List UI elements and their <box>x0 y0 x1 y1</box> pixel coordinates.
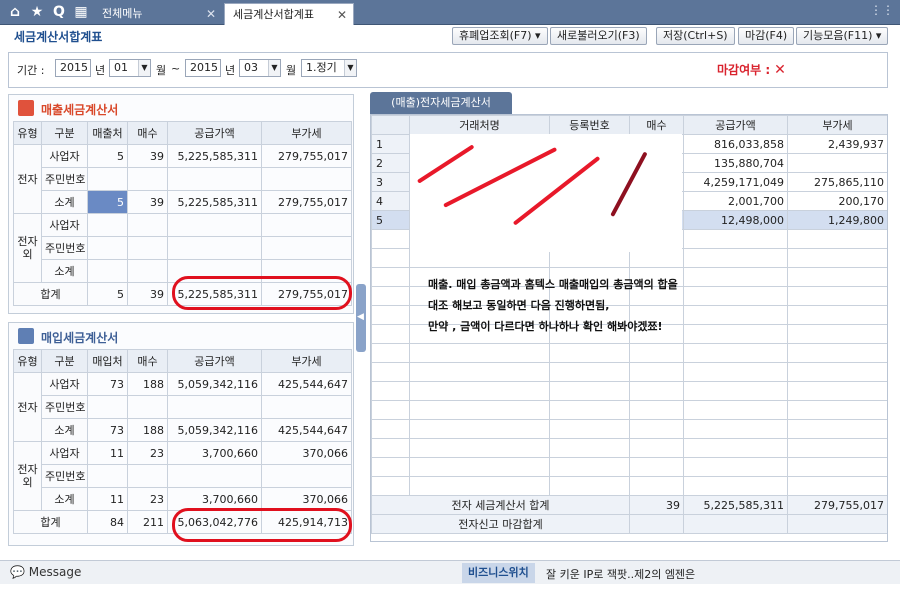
home-icon[interactable]: ⌂ <box>6 3 24 21</box>
filter-bar: 기간 : 2015 년 01 ▼ 월 ~ 2015 년 03 ▼ 월 1.정기 ▼ 마… <box>8 52 888 88</box>
col-header: 유형 <box>13 349 42 373</box>
table-row[interactable]: 주민번호 <box>14 395 352 419</box>
table-row[interactable] <box>371 381 887 401</box>
group-label: 전자 <box>13 372 42 442</box>
star-icon[interactable]: ★ <box>28 3 46 21</box>
window-controls-icon[interactable]: ⋮⋮ <box>870 3 894 17</box>
report-row: 전자신고 마감합계 <box>371 514 887 534</box>
page-title: 세금계산서합계표 <box>14 30 103 44</box>
year-unit: 년 <box>95 64 106 77</box>
col-header: 구분 <box>41 349 88 373</box>
group-label: 전자외 <box>13 441 42 511</box>
table-row[interactable] <box>371 476 887 496</box>
table-row[interactable] <box>371 438 887 458</box>
month-unit: 월 <box>156 64 167 77</box>
table-row[interactable] <box>371 362 887 382</box>
col-header: 유형 <box>13 121 42 145</box>
group-label: 전자 <box>13 144 42 214</box>
table-row[interactable]: 전자 사업자 5 39 5,225,585,311 279,755,017 <box>13 144 352 214</box>
highlight-oval <box>172 276 352 310</box>
from-month-select[interactable]: 01 ▼ <box>109 59 151 77</box>
chat-icon: 💬 <box>10 565 25 579</box>
col-header: 공급가액 <box>683 115 788 135</box>
period-label: 기간 : <box>17 64 45 77</box>
term-select[interactable]: 1.정기 ▼ <box>301 59 357 77</box>
panel-splitter[interactable]: ◀ <box>356 284 366 352</box>
col-header: 매출처 <box>87 121 128 145</box>
x-mark-icon: ✕ <box>774 62 786 78</box>
summary-row: 전자 세금계산서 합계 39 5,225,585,311 279,755,017 <box>371 495 887 515</box>
closed-business-lookup-button[interactable]: 휴폐업조회(F7) ▾ <box>452 27 548 45</box>
col-header: 등록번호 <box>549 115 630 135</box>
col-header: 매수 <box>127 349 168 373</box>
purchase-panel-title: 매입세금계산서 <box>41 331 119 345</box>
sales-panel-title: 매출세금계산서 <box>41 103 119 117</box>
message-button[interactable]: 💬 Message <box>10 565 81 579</box>
purchase-panel-header: 매입세금계산서 <box>9 323 353 349</box>
note-line: 만약 , 금액이 다르다면 하나하나 확인 해봐야겠쬬! <box>428 320 663 333</box>
range-tilde: ~ <box>171 62 181 75</box>
col-header: 매입처 <box>87 349 128 373</box>
table-row[interactable]: 소계 5 39 5,225,585,311 279,755,017 <box>14 190 352 214</box>
search-icon[interactable]: Q <box>50 3 68 21</box>
col-header <box>371 115 410 135</box>
business-watch-label[interactable]: 비즈니스위치 <box>462 563 535 583</box>
highlight-oval <box>172 508 352 542</box>
table-row[interactable]: 전자외 사업자 11 23 3,700,660 370,066 <box>13 441 352 511</box>
col-header: 매수 <box>127 121 168 145</box>
close-icon[interactable]: ✕ <box>206 3 216 25</box>
to-month-select[interactable]: 03 ▼ <box>239 59 281 77</box>
save-button[interactable]: 저장(Ctrl+S) <box>656 27 735 45</box>
purchase-table: 유형 구분 매입처 매수 공급가액 부가세 전자 사업자 73 188 5,05… <box>13 349 352 534</box>
tab-label: 전체메뉴 <box>102 7 143 20</box>
year-unit: 년 <box>225 64 236 77</box>
function-menu-button[interactable]: 기능모음(F11) ▾ <box>796 27 889 45</box>
close-period-button[interactable]: 마감(F4) <box>738 27 795 45</box>
tab-sales-e-invoice[interactable]: (매출)전자세금계산서 <box>370 92 512 114</box>
status-bar: 💬 Message 비즈니스위치 잘 키운 IP로 잭팟..제2의 엠젠은 <box>0 560 900 584</box>
closing-status: 마감여부 : ✕ <box>717 62 786 78</box>
note-line: 대조 해보고 동일하면 다음 진행하면됨, <box>428 299 610 312</box>
news-ticker[interactable]: 잘 키운 IP로 잭팟..제2의 엠젠은 <box>546 566 695 582</box>
table-row[interactable]: 전자외 사업자 <box>13 213 352 283</box>
calendar-icon[interactable]: ▦ <box>72 3 90 21</box>
table-row[interactable]: 주민번호 <box>14 236 352 260</box>
col-header: 거래처명 <box>409 115 550 135</box>
top-tab-bar: ⌂ ★ Q ▦ 전체메뉴 ✕ 세금계산서합계표 ✕ ⋮⋮ <box>0 0 900 25</box>
col-header: 공급가액 <box>167 349 262 373</box>
chevron-left-icon: ◀ <box>357 312 364 322</box>
col-header: 부가세 <box>261 121 352 145</box>
calendar-icon <box>18 100 34 116</box>
col-header: 부가세 <box>787 115 887 135</box>
table-row[interactable] <box>371 457 887 477</box>
table-row[interactable] <box>371 419 887 439</box>
sales-panel-header: 매출세금계산서 <box>9 95 353 121</box>
tab-tax-summary[interactable]: 세금계산서합계표 ✕ <box>224 3 354 25</box>
note-line: 매출. 매입 총금액과 홈텍스 매출매입의 총금액의 합을 <box>428 278 678 291</box>
to-year-field[interactable]: 2015 <box>185 59 221 77</box>
title-row: 세금계산서합계표 휴폐업조회(F7) ▾ 새로불러오기(F3) 저장(Ctrl+… <box>0 25 900 47</box>
reload-button[interactable]: 새로불러오기(F3) <box>550 27 647 45</box>
chevron-down-icon[interactable]: ▼ <box>268 60 280 76</box>
selected-cell[interactable]: 5 <box>87 190 128 214</box>
table-row[interactable] <box>371 343 887 363</box>
col-header: 공급가액 <box>167 121 262 145</box>
close-icon[interactable]: ✕ <box>337 4 347 26</box>
col-header: 부가세 <box>261 349 352 373</box>
chevron-down-icon[interactable]: ▼ <box>138 60 150 76</box>
col-header: 구분 <box>41 121 88 145</box>
tab-all-menu[interactable]: 전체메뉴 ✕ <box>94 3 222 25</box>
col-header: 매수 <box>629 115 684 135</box>
from-year-field[interactable]: 2015 <box>55 59 91 77</box>
table-row[interactable]: 주민번호 <box>14 167 352 191</box>
month-unit: 월 <box>286 64 297 77</box>
calendar-icon <box>18 328 34 344</box>
group-label: 전자외 <box>13 213 42 283</box>
table-row[interactable]: 소계 73 188 5,059,342,116 425,544,647 <box>14 418 352 442</box>
table-row[interactable]: 주민번호 <box>14 464 352 488</box>
chevron-down-icon[interactable]: ▼ <box>344 60 356 76</box>
table-row[interactable] <box>371 400 887 420</box>
table-row[interactable]: 전자 사업자 73 188 5,059,342,116 425,544,647 <box>13 372 352 442</box>
tab-label: 세금계산서합계표 <box>233 8 314 21</box>
